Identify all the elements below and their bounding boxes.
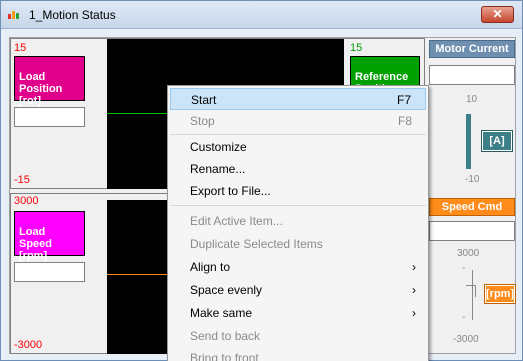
load-speed-label[interactable]: Load Speed [rpm] bbox=[14, 211, 85, 262]
speed-cmd-pointer bbox=[466, 285, 476, 297]
reference-position-label[interactable]: Reference Position bbox=[350, 56, 420, 86]
motor-current-scale-min: -10 bbox=[465, 174, 480, 185]
submenu-arrow-icon: › bbox=[412, 283, 416, 297]
speed-cmd-unit: [rpm] bbox=[484, 284, 516, 304]
menu-item-customize[interactable]: Customize bbox=[170, 136, 426, 158]
submenu-arrow-icon: › bbox=[412, 260, 416, 274]
speed-cmd-scale-max: 3000 bbox=[457, 248, 480, 259]
menu-separator bbox=[170, 205, 426, 206]
motion-status-window: 1_Motion Status ✕ 15 Load Position [rot]… bbox=[0, 0, 523, 361]
submenu-arrow-icon: › bbox=[412, 306, 416, 320]
menu-separator bbox=[170, 134, 426, 135]
motor-current-unit: [A] bbox=[481, 130, 513, 152]
speed-cmd-tick-bottom: - bbox=[462, 312, 466, 323]
menu-item-make-same[interactable]: Make same › bbox=[170, 302, 426, 324]
position-scope-max-left: 15 bbox=[14, 42, 27, 54]
context-menu: Start F7 Stop F8 Customize Rename... Exp… bbox=[167, 85, 429, 361]
menu-item-rename[interactable]: Rename... bbox=[170, 158, 426, 180]
menu-item-start[interactable]: Start F7 bbox=[170, 88, 426, 110]
speed-scope-max-left: 3000 bbox=[14, 195, 39, 207]
load-position-label[interactable]: Load Position [rot] bbox=[14, 56, 85, 107]
speed-scope-min-left: -3000 bbox=[14, 339, 43, 351]
position-scope-max-right: 15 bbox=[350, 42, 363, 54]
reference-position-label-text: Reference Position bbox=[355, 71, 409, 85]
menu-item-send-to-back[interactable]: Send to back bbox=[170, 325, 426, 347]
close-icon: ✕ bbox=[492, 7, 503, 21]
menu-item-edit-active-item[interactable]: Edit Active Item... bbox=[170, 210, 426, 232]
speed-cmd-value-field[interactable] bbox=[429, 221, 515, 241]
load-position-value-field[interactable] bbox=[14, 107, 85, 127]
speed-cmd-tick-top: - bbox=[462, 263, 466, 274]
motor-current-bar bbox=[466, 114, 471, 169]
menu-item-align-to[interactable]: Align to › bbox=[170, 256, 426, 278]
close-button[interactable]: ✕ bbox=[481, 6, 514, 23]
position-scope-min-left: -15 bbox=[14, 174, 30, 186]
motor-current-scale-max: 10 bbox=[466, 94, 478, 105]
menu-item-duplicate-selected[interactable]: Duplicate Selected Items bbox=[170, 233, 426, 255]
menu-item-space-evenly[interactable]: Space evenly › bbox=[170, 279, 426, 301]
motor-current-value-field[interactable] bbox=[429, 65, 515, 85]
motor-current-title[interactable]: Motor Current bbox=[429, 40, 515, 58]
speed-cmd-scale-min: -3000 bbox=[453, 334, 479, 345]
speed-cmd-title[interactable]: Speed Cmd bbox=[429, 198, 515, 216]
menu-item-export-to-file[interactable]: Export to File... bbox=[170, 180, 426, 202]
load-position-label-text: Load Position [rot] bbox=[19, 71, 63, 107]
load-speed-label-text: Load Speed [rpm] bbox=[19, 226, 53, 262]
menu-item-bring-to-front[interactable]: Bring to front bbox=[170, 347, 426, 361]
menu-item-stop[interactable]: Stop F8 bbox=[170, 110, 426, 132]
window-title: 1_Motion Status bbox=[29, 8, 116, 22]
load-speed-value-field[interactable] bbox=[14, 262, 85, 282]
app-icon bbox=[8, 11, 22, 19]
title-bar[interactable]: 1_Motion Status ✕ bbox=[1, 1, 522, 29]
